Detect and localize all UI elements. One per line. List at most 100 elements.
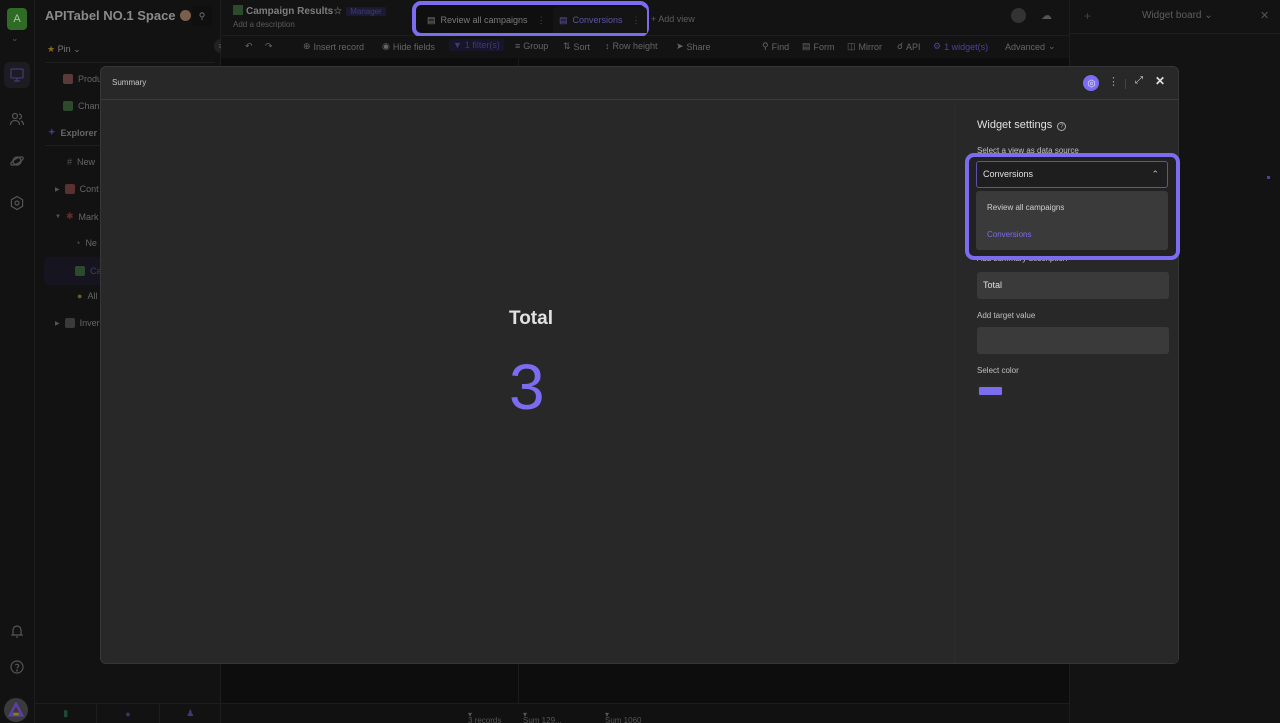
pushpin-icon: ✱ <box>65 211 74 221</box>
mirror-icon: ◫ <box>847 41 856 51</box>
view-tab-review-all-campaigns[interactable]: ▤ Review all campaigns ⋮ <box>421 7 552 33</box>
notification-bell-icon[interactable] <box>6 620 28 642</box>
modal-title: Summary <box>112 78 147 87</box>
more-icon[interactable]: ⋮ <box>632 15 641 26</box>
cabinet-icon <box>64 318 75 328</box>
redo-icon[interactable]: ↷ <box>265 41 273 52</box>
summary-widget-modal: Summary ⋮ ⤢ ✕ Total 3 Widget settings ? … <box>100 66 1180 664</box>
close-icon[interactable]: ✕ <box>1155 74 1165 88</box>
pin-section-toggle[interactable]: ★ Pin ⌄ <box>47 44 81 55</box>
sidebar-item[interactable]: ◔ Ne <box>75 238 97 248</box>
pie-icon: ◔ <box>75 238 81 248</box>
space-badge-icon <box>179 10 191 21</box>
chevron-up-icon: ⌃ <box>1151 169 1159 179</box>
sum-stat-1[interactable]: Sum 129... ▾ <box>523 710 562 723</box>
search-icon: ⚲ <box>762 41 769 51</box>
row-height-button[interactable]: ↕ Row height <box>605 41 658 51</box>
find-button[interactable]: ⚲ Find <box>762 41 789 52</box>
role-badge: Manager <box>346 7 386 16</box>
sidebar-item[interactable]: # New <box>67 157 95 167</box>
advanced-button[interactable]: Advanced ⌄ <box>1005 41 1056 52</box>
widget-board-title[interactable]: Widget board ⌄ <box>1142 10 1213 21</box>
dropdown-option-conversions[interactable]: Conversions <box>987 230 1031 239</box>
grid-footer: 3 records ▾ Sum 129... ▾ Sum 1060 ▾ <box>221 703 1069 723</box>
records-count[interactable]: 3 records ▾ <box>468 710 501 723</box>
eye-icon: ◉ <box>382 41 390 51</box>
modal-header: Summary ⋮ ⤢ ✕ <box>101 67 1178 100</box>
chevron-down-icon: ⌄ <box>1048 41 1056 51</box>
undo-icon[interactable]: ↶ <box>245 41 253 52</box>
view-tab-conversions[interactable]: ▤ Conversions ⋮ <box>553 7 647 33</box>
help-icon[interactable] <box>6 656 28 678</box>
insert-record-button[interactable]: ⊕ Insert record <box>303 41 364 52</box>
form-button[interactable]: ▤ Form <box>802 41 835 52</box>
sort-icon: ⇅ <box>563 41 571 51</box>
close-icon[interactable]: ✕ <box>1260 9 1269 22</box>
add-view-button[interactable]: + Add view <box>651 14 695 24</box>
summary-description-input[interactable]: Total <box>977 272 1169 299</box>
sidebar-item[interactable]: ● All <box>77 291 97 301</box>
description-field[interactable]: Add a description <box>233 20 295 29</box>
color-picker[interactable] <box>977 384 1003 398</box>
sum-stat-2[interactable]: Sum 1060 ▾ <box>605 710 641 723</box>
app-root: A ⌄ APITabel NO.1 Space ⚲ ★ Pin ⌄ ≡ <box>0 0 1280 723</box>
group-button[interactable]: ≡ Group <box>515 41 548 51</box>
dropdown-option-review-all-campaigns[interactable]: Review all campaigns <box>987 203 1064 212</box>
caret-down-icon: ▼ <box>55 213 61 220</box>
form-icon: ▤ <box>802 41 811 51</box>
bar-chart-icon <box>233 5 243 15</box>
explorer-section-toggle[interactable]: ✦ Explorer <box>48 127 97 138</box>
share-icon: ➤ <box>676 41 684 51</box>
space-name[interactable]: APITabel NO.1 Space <box>45 8 191 23</box>
trash-icon[interactable]: ▮ <box>35 704 98 723</box>
chevron-down-icon[interactable]: ⌄ <box>11 33 19 44</box>
hide-fields-button[interactable]: ◉ Hide fields <box>382 41 435 52</box>
plus-circle-icon: ⊕ <box>303 41 311 51</box>
bar-chart-icon <box>63 101 73 111</box>
data-source-dropdown-menu: Review all campaigns Conversions <box>976 191 1168 250</box>
star-outline-icon[interactable]: ☆ <box>333 6 342 17</box>
rocket-icon: ✦ <box>48 127 56 137</box>
mirror-button[interactable]: ◫ Mirror <box>847 41 882 52</box>
planet-icon[interactable]: ● <box>97 704 160 723</box>
collapse-fullscreen-icon[interactable]: ⤢ <box>1135 75 1143 86</box>
target-value-input[interactable] <box>977 327 1169 354</box>
calendar-icon <box>64 184 75 194</box>
widgets-button[interactable]: ⚙ 1 widget(s) <box>933 41 988 52</box>
sort-button[interactable]: ⇅ Sort <box>563 41 590 52</box>
sidebar-item[interactable]: Produ <box>63 74 102 84</box>
bulb-icon: ● <box>77 291 83 301</box>
app-logo[interactable] <box>4 698 28 722</box>
add-widget-icon[interactable]: + <box>1084 9 1091 23</box>
workspace-avatar[interactable]: A <box>7 8 27 30</box>
search-icon[interactable]: ⚲ <box>192 6 212 26</box>
filter-icon: ▼ <box>453 40 462 50</box>
hash-icon: # <box>67 157 73 167</box>
api-button[interactable]: ☌ API <box>897 41 921 52</box>
sidebar-folder[interactable]: ▶ Cont <box>55 184 99 194</box>
help-icon[interactable]: ? <box>1057 122 1067 131</box>
sheet-title[interactable]: Campaign Results☆ Manager <box>233 5 386 17</box>
resize-handle[interactable] <box>1267 176 1270 179</box>
data-source-select[interactable]: Conversions ⌃ <box>976 161 1168 188</box>
share-button[interactable]: ➤ Share <box>676 41 711 52</box>
workbench-icon[interactable] <box>4 62 30 88</box>
planet-icon[interactable] <box>6 150 28 172</box>
invite-member-icon[interactable]: ♟ <box>160 704 221 723</box>
members-icon[interactable] <box>6 108 28 130</box>
settings-icon[interactable] <box>6 192 28 214</box>
more-options-icon[interactable]: ⋮ <box>1108 75 1119 88</box>
select-color-label: Select color <box>977 366 1019 375</box>
user-avatar[interactable] <box>1011 8 1026 23</box>
group-icon: ≡ <box>515 41 521 51</box>
summary-label: Total <box>509 308 553 329</box>
sync-status-icon[interactable]: ☁ <box>1041 9 1052 22</box>
sidebar-item[interactable]: Chan <box>63 101 100 111</box>
more-icon[interactable]: ⋮ <box>537 15 546 26</box>
sidebar-footer: ▮ ● ♟ <box>35 703 221 723</box>
api-icon: ☌ <box>897 41 904 51</box>
sidebar-folder[interactable]: ▶ Inver <box>55 318 100 328</box>
sidebar-folder[interactable]: ▼ ✱ Mark <box>55 211 99 222</box>
widget-settings-icon[interactable] <box>1083 75 1099 91</box>
filter-button[interactable]: ▼ 1 filter(s) <box>449 39 504 51</box>
